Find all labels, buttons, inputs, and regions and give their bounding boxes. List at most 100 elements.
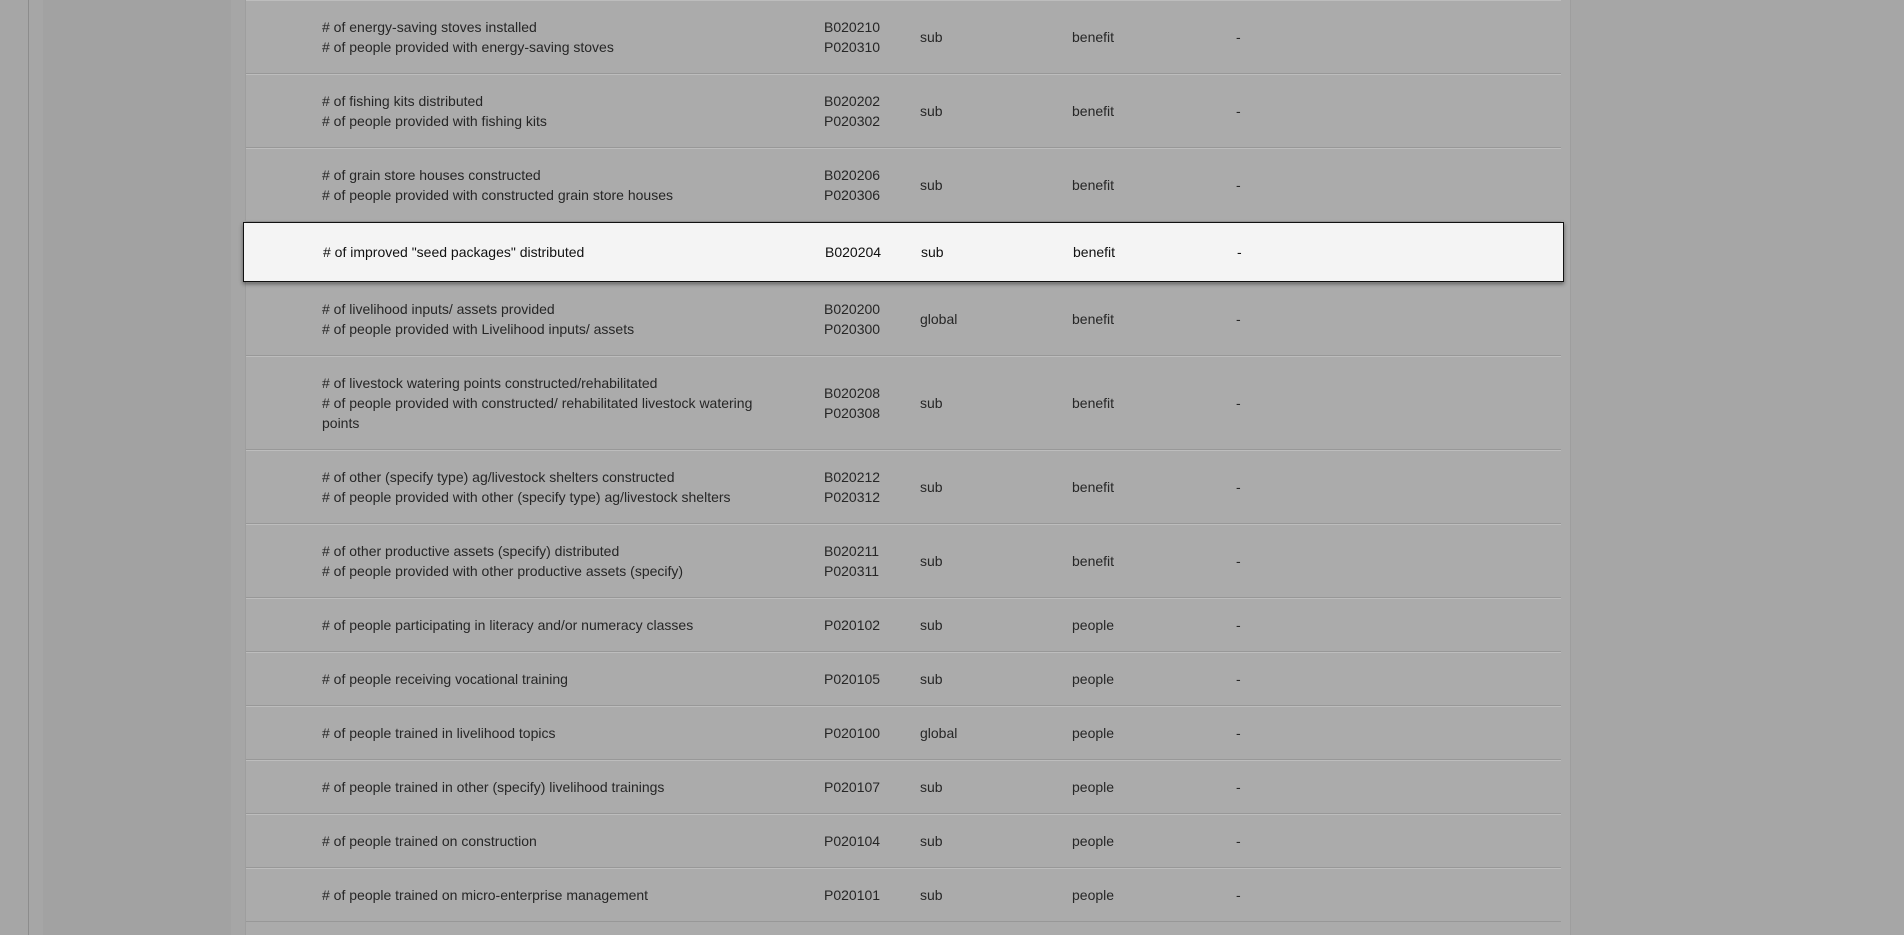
- indicator-scope: global: [920, 311, 958, 327]
- indicator-type: people: [1072, 671, 1115, 687]
- indicator-code: B020208 P020308: [824, 383, 880, 423]
- indicator-name-line: # of people provided with fishing kits: [322, 113, 547, 129]
- indicator-type: benefit: [1073, 244, 1116, 260]
- indicator-name-line: # of people trained in other (specify) l…: [322, 779, 665, 795]
- indicator-row[interactable]: # of fishing kits distributed # of people…: [246, 74, 1561, 148]
- indicator-name: # of people participating in literacy an…: [322, 615, 772, 635]
- indicator-scope: sub: [920, 553, 943, 569]
- indicator-row[interactable]: # of livelihood inputs/ assets provided #…: [246, 282, 1561, 356]
- indicator-list-panel: # of energy-saving stoves installed # of …: [243, 0, 1571, 935]
- indicator-row[interactable]: # of people trained on construction P0201…: [246, 814, 1561, 868]
- indicator-extra: -: [1236, 177, 1241, 193]
- indicator-row[interactable]: # of other (specify type) ag/livestock s…: [246, 450, 1561, 524]
- indicator-name: # of improved "seed packages" distribute…: [323, 242, 773, 262]
- indicator-type: people: [1072, 617, 1115, 633]
- indicator-scope: sub: [920, 177, 943, 193]
- indicator-name-line: # of livestock watering points construct…: [322, 375, 658, 391]
- indicator-scope: sub: [920, 617, 943, 633]
- indicator-row[interactable]: # of other productive assets (specify) d…: [246, 524, 1561, 598]
- indicator-name-line: # of people provided with constructed/ r…: [322, 395, 753, 431]
- indicator-code-line: B020208: [824, 385, 881, 401]
- indicator-code: P020102: [824, 615, 880, 635]
- indicator-type: people: [1072, 887, 1115, 903]
- indicator-row[interactable]: # of grain store houses constructed # of …: [246, 148, 1561, 222]
- indicator-code: P020105: [824, 669, 880, 689]
- indicator-code-line: P020311: [824, 563, 880, 579]
- indicator-code-line: B020206: [824, 167, 881, 183]
- indicator-row[interactable]: # of livestock watering points construct…: [246, 356, 1561, 450]
- indicator-extra: -: [1236, 833, 1241, 849]
- indicator-code: P020101: [824, 885, 880, 905]
- indicator-code-line: P020100: [824, 725, 881, 741]
- indicator-code-line: P020105: [824, 671, 881, 687]
- indicator-name: # of people trained in other (specify) l…: [322, 777, 772, 797]
- indicator-name: # of livestock watering points construct…: [322, 373, 772, 433]
- indicator-row[interactable]: # of people trained in livelihood topics…: [246, 706, 1561, 760]
- indicator-name: # of livelihood inputs/ assets provided #…: [322, 299, 772, 339]
- indicator-name-line: # of people provided with other producti…: [322, 563, 684, 579]
- indicator-scope: sub: [920, 29, 943, 45]
- indicator-type: benefit: [1072, 553, 1115, 569]
- indicator-extra: -: [1236, 779, 1241, 795]
- indicator-extra: -: [1237, 244, 1242, 260]
- indicator-row[interactable]: # of people trained in other (specify) l…: [246, 760, 1561, 814]
- indicator-name-line: # of energy-saving stoves installed: [322, 19, 537, 35]
- indicator-row[interactable]: # of people receiving vocational trainin…: [246, 652, 1561, 706]
- indicator-type: people: [1072, 725, 1115, 741]
- indicator-list: # of energy-saving stoves installed # of …: [243, 0, 1564, 922]
- indicator-row[interactable]: # of people trained on micro-enterprise …: [246, 868, 1561, 922]
- indicator-code-line: B020200: [824, 301, 881, 317]
- indicator-name: # of other productive assets (specify) d…: [322, 541, 772, 581]
- indicator-name: # of fishing kits distributed # of people…: [322, 91, 772, 131]
- indicator-scope: sub: [921, 244, 944, 260]
- indicator-name: # of other (specify type) ag/livestock s…: [322, 467, 772, 507]
- indicator-code-line: P020104: [824, 833, 881, 849]
- indicator-code-line: P020300: [824, 321, 881, 337]
- indicator-type: benefit: [1072, 395, 1115, 411]
- indicator-name: # of people trained in livelihood topics: [322, 723, 772, 743]
- indicator-code: P020100: [824, 723, 880, 743]
- indicator-scope: sub: [920, 779, 943, 795]
- indicator-code: B020211 P020311: [824, 541, 879, 581]
- indicator-code-line: P020310: [824, 39, 881, 55]
- indicator-row[interactable]: # of energy-saving stoves installed # of …: [246, 0, 1561, 74]
- indicator-extra: -: [1236, 725, 1241, 741]
- indicator-name-line: # of people receiving vocational trainin…: [322, 671, 568, 687]
- indicator-code-line: B020202: [824, 93, 881, 109]
- indicator-extra: -: [1236, 395, 1241, 411]
- indicator-code: P020107: [824, 777, 880, 797]
- indicator-row[interactable]: # of people participating in literacy an…: [246, 598, 1561, 652]
- left-panel: [43, 0, 231, 935]
- indicator-extra: -: [1236, 617, 1241, 633]
- indicator-code-line: P020302: [824, 113, 881, 129]
- indicator-name-line: # of improved "seed packages" distribute…: [323, 244, 585, 260]
- indicator-type: benefit: [1072, 311, 1115, 327]
- indicator-name-line: # of people provided with other (specify…: [322, 489, 731, 505]
- indicator-code: B020204: [825, 242, 881, 262]
- indicator-extra: -: [1236, 103, 1241, 119]
- indicator-row-selected[interactable]: # of improved "seed packages" distribute…: [243, 222, 1564, 282]
- indicator-code-line: B020210: [824, 19, 881, 35]
- indicator-name: # of people receiving vocational trainin…: [322, 669, 772, 689]
- indicator-name: # of people trained on micro-enterprise …: [322, 885, 772, 905]
- indicator-name-line: # of other productive assets (specify) d…: [322, 543, 620, 559]
- indicator-name-line: # of people provided with Livelihood inp…: [322, 321, 635, 337]
- indicator-extra: -: [1236, 553, 1241, 569]
- indicator-code: B020206 P020306: [824, 165, 880, 205]
- indicator-name-line: # of people provided with constructed gr…: [322, 187, 673, 203]
- indicator-name-line: # of livelihood inputs/ assets provided: [322, 301, 555, 317]
- indicator-scope: sub: [920, 479, 943, 495]
- indicator-code-line: B020211: [824, 543, 880, 559]
- indicator-code-line: B020204: [825, 244, 882, 260]
- indicator-code-line: P020101: [824, 887, 881, 903]
- indicator-name: # of grain store houses constructed # of …: [322, 165, 772, 205]
- indicator-name-line: # of people provided with energy-saving …: [322, 39, 614, 55]
- indicator-type: benefit: [1072, 479, 1115, 495]
- indicator-scope: sub: [920, 103, 943, 119]
- indicator-scope: sub: [920, 671, 943, 687]
- indicator-code-line: P020102: [824, 617, 881, 633]
- indicator-code-line: B020212: [824, 469, 881, 485]
- indicator-code: P020104: [824, 831, 880, 851]
- indicator-code-line: P020306: [824, 187, 881, 203]
- indicator-name-line: # of people trained on construction: [322, 833, 537, 849]
